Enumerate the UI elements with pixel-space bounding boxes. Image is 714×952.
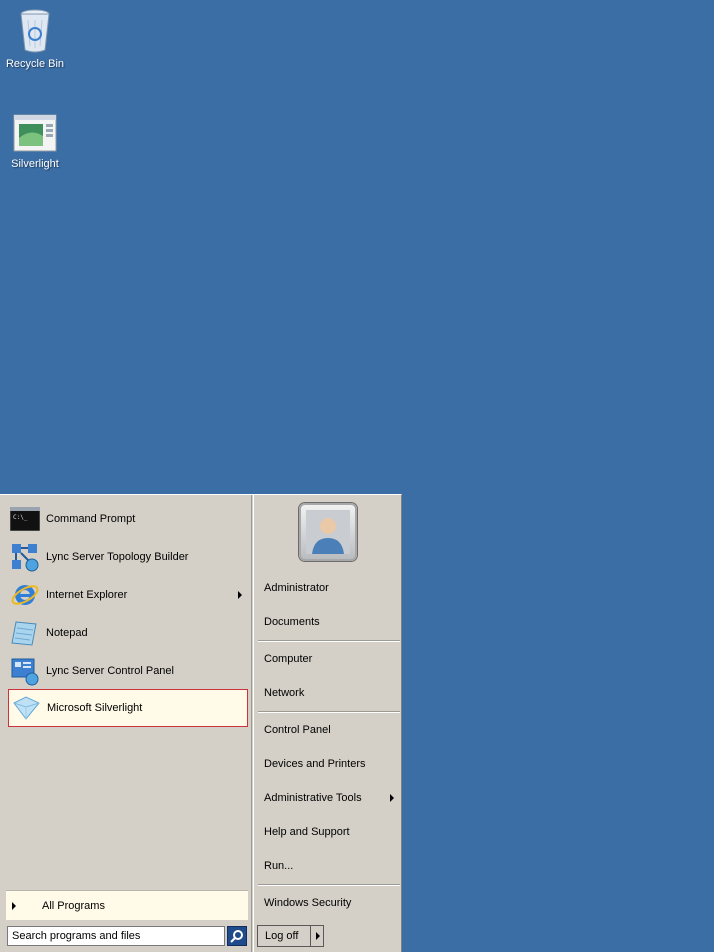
shutdown-options-button[interactable]	[310, 925, 324, 947]
search-input[interactable]: Search programs and files	[7, 926, 225, 946]
program-item-notepad[interactable]: Notepad	[8, 614, 248, 652]
desktop-icon-silverlight[interactable]: Silverlight	[0, 114, 70, 170]
internet-explorer-icon	[8, 578, 42, 612]
places-item-administrative-tools[interactable]: Administrative Tools	[264, 787, 398, 809]
chevron-right-icon	[316, 932, 320, 940]
program-item-lync-control-panel[interactable]: Lync Server Control Panel	[8, 652, 248, 690]
places-item-help-and-support[interactable]: Help and Support	[264, 821, 398, 843]
user-avatar[interactable]	[299, 503, 357, 561]
desktop-icon-recycle-bin[interactable]: Recycle Bin	[0, 6, 70, 70]
lync-control-panel-icon	[8, 654, 42, 688]
silverlight-app-icon	[13, 114, 57, 152]
program-item-topology-builder[interactable]: Lync Server Topology Builder	[8, 538, 248, 576]
places-label: Help and Support	[264, 826, 350, 838]
places-item-control-panel[interactable]: Control Panel	[264, 719, 398, 741]
places-label: Windows Security	[264, 897, 352, 909]
search-button[interactable]	[227, 926, 247, 946]
places-divider	[258, 711, 400, 713]
program-label: Microsoft Silverlight	[47, 702, 143, 714]
program-label: Lync Server Control Panel	[46, 665, 174, 677]
places-item-computer[interactable]: Computer	[264, 648, 398, 670]
submenu-arrow-icon	[238, 591, 242, 599]
all-programs-label: All Programs	[42, 899, 105, 912]
program-label: Lync Server Topology Builder	[46, 551, 189, 563]
places-label: Network	[264, 687, 305, 699]
svg-text:C:\_: C:\_	[13, 514, 28, 521]
all-programs-button[interactable]: All Programs	[6, 890, 248, 920]
places-item-documents[interactable]: Documents	[264, 611, 398, 633]
places-label: Computer	[264, 653, 313, 665]
places-divider	[258, 884, 400, 886]
places-divider	[258, 640, 400, 642]
program-item-internet-explorer[interactable]: Internet Explorer	[8, 576, 248, 614]
command-prompt-icon: C:\_	[8, 502, 42, 536]
logoff-label: Log off	[265, 930, 299, 942]
topology-builder-icon	[8, 540, 42, 574]
places-label: Administrator	[264, 582, 329, 594]
desktop-icon-label: Silverlight	[11, 158, 59, 170]
program-label: Internet Explorer	[46, 589, 128, 601]
notepad-icon	[8, 616, 42, 650]
program-label: Notepad	[46, 627, 88, 639]
program-item-microsoft-silverlight[interactable]: Microsoft Silverlight	[8, 689, 248, 727]
logoff-button[interactable]: Log off	[257, 925, 311, 947]
places-item-run[interactable]: Run...	[264, 855, 398, 877]
places-label: Documents	[264, 616, 320, 628]
places-label: Administrative Tools	[264, 792, 362, 804]
desktop-icon-label: Recycle Bin	[5, 58, 65, 70]
user-avatar-icon	[306, 510, 350, 554]
recycle-bin-icon	[20, 9, 50, 53]
places-item-network[interactable]: Network	[264, 682, 398, 704]
silverlight-icon	[9, 691, 43, 725]
places-label: Run...	[264, 860, 294, 872]
places-item-devices-and-printers[interactable]: Devices and Printers	[264, 753, 398, 775]
program-label: Command Prompt	[46, 513, 136, 525]
places-label: Control Panel	[264, 724, 331, 736]
submenu-arrow-icon	[390, 794, 394, 802]
places-item-administrator[interactable]: Administrator	[264, 577, 398, 599]
places-label: Devices and Printers	[264, 758, 366, 770]
search-icon	[230, 930, 243, 943]
program-item-command-prompt[interactable]: C:\_ Command Prompt	[8, 500, 248, 538]
expand-arrow-icon	[12, 901, 16, 910]
places-item-windows-security[interactable]: Windows Security	[264, 892, 398, 914]
